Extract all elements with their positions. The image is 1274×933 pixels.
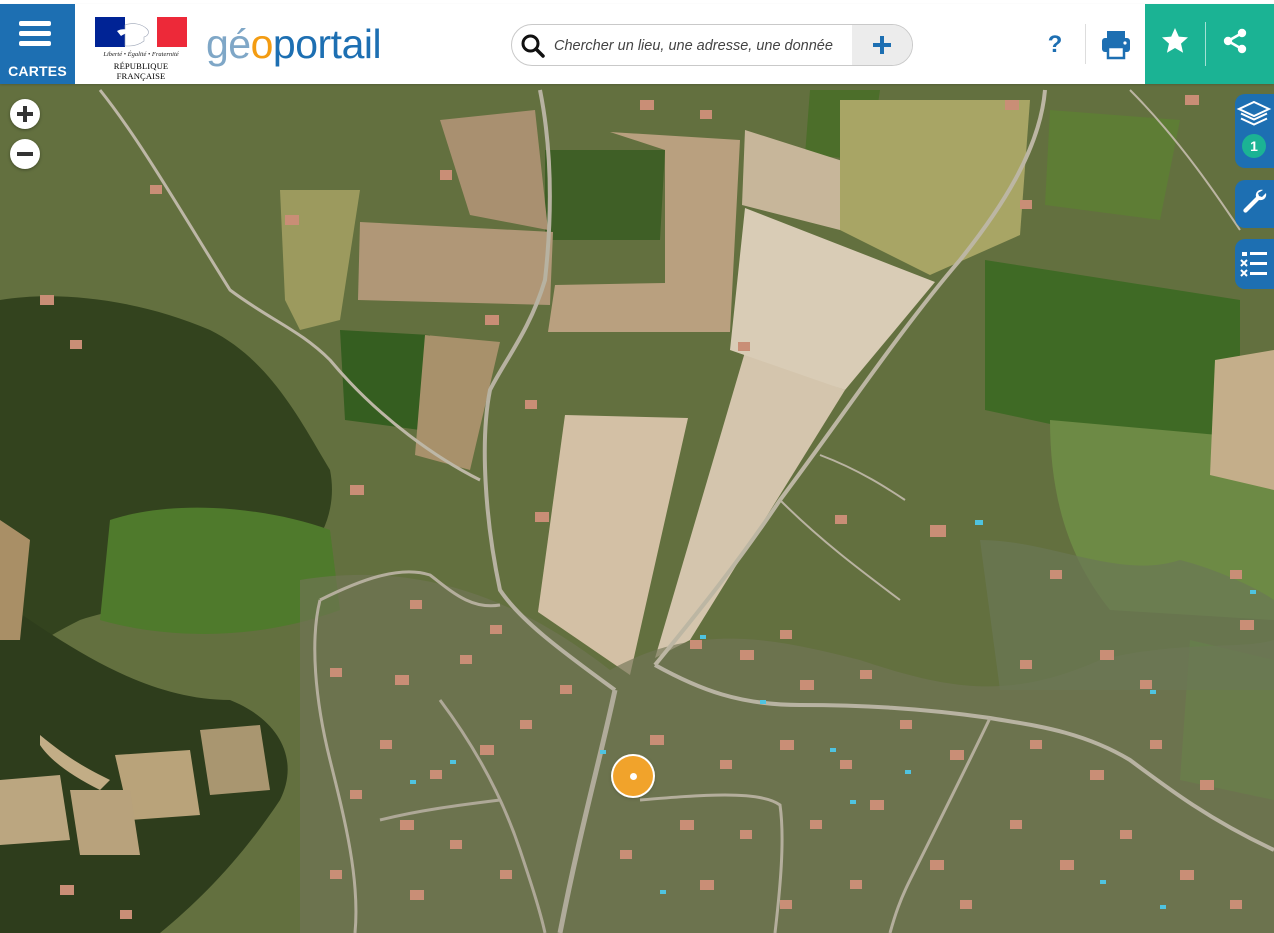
star-icon[interactable] [1160, 26, 1190, 56]
search-bar [511, 24, 913, 66]
toolbar-divider-2 [1205, 22, 1206, 66]
legend-tab[interactable] [1235, 239, 1274, 289]
logo-part-o: o [250, 21, 274, 67]
republique-francaise-text: RÉPUBLIQUE FRANÇAISE [113, 61, 169, 81]
location-marker-dot [630, 773, 637, 780]
devise-text: Liberté • Égalité • Fraternité [103, 51, 179, 58]
search-input[interactable] [552, 33, 851, 59]
layers-tab[interactable]: 1 [1235, 94, 1274, 168]
tools-tab[interactable] [1235, 180, 1274, 228]
toolbar-divider [1085, 24, 1086, 64]
layers-icon [1236, 100, 1272, 126]
cartes-menu-button[interactable]: CARTES [0, 4, 75, 84]
help-button[interactable]: ? [1036, 26, 1074, 64]
zoom-in-button[interactable] [10, 99, 40, 129]
share-icon[interactable] [1220, 26, 1250, 56]
zoom-out-button[interactable] [10, 139, 40, 169]
zoom-in-icon [17, 106, 33, 122]
favorites-share-panel [1145, 4, 1274, 84]
advanced-search-button[interactable] [852, 25, 912, 65]
aerial-imagery [0, 84, 1274, 933]
logo-part-portail: portail [272, 21, 382, 67]
header: CARTES Liberté • Égalité • Fraternité RÉ… [0, 4, 1274, 84]
marianne-flag-icon [95, 17, 187, 47]
wrench-icon [1243, 189, 1267, 213]
search-icon[interactable] [520, 33, 546, 59]
republique-francaise-logo[interactable]: Liberté • Égalité • Fraternité RÉPUBLIQU… [95, 17, 187, 81]
location-marker[interactable] [613, 756, 653, 796]
layers-count-badge: 1 [1242, 134, 1266, 158]
aerial-map[interactable] [0, 84, 1274, 933]
hamburger-icon [19, 21, 51, 46]
print-icon[interactable] [1098, 26, 1134, 62]
geoportail-logo[interactable]: géoportail [206, 21, 382, 67]
legend-list-icon [1240, 252, 1267, 277]
logo-part-ge: gé [206, 21, 251, 67]
zoom-out-icon [17, 152, 33, 156]
cartes-label: CARTES [8, 63, 67, 79]
plus-icon [873, 36, 891, 54]
